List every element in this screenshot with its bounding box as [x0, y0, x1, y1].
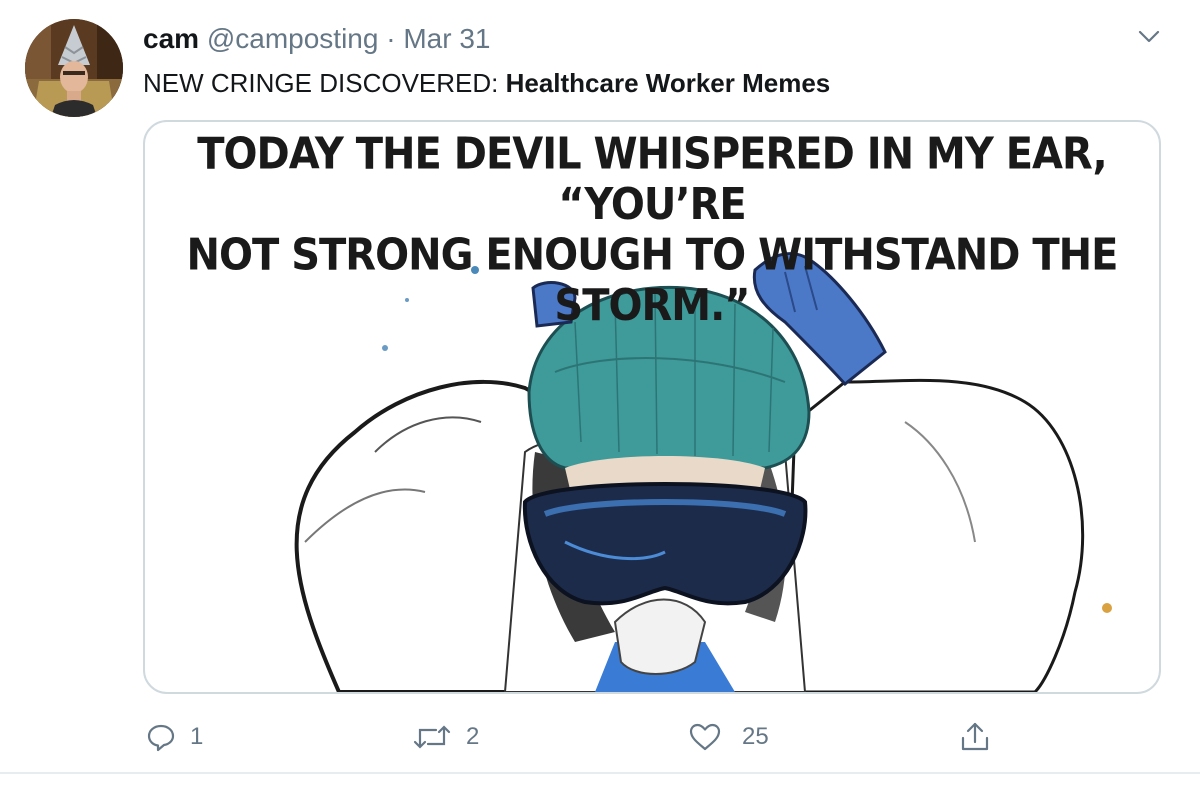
tweet-text: NEW CRINGE DISCOVERED: Healthcare Worker… — [143, 66, 830, 100]
meme-caption-line-2: NOT STRONG ENOUGH TO WITHSTAND THE STORM… — [186, 230, 1119, 332]
header-separator: · — [386, 23, 396, 54]
tweet-date[interactable]: Mar 31 — [403, 23, 490, 54]
retweet-button[interactable]: 2 — [412, 712, 479, 762]
like-button[interactable]: 25 — [688, 712, 769, 762]
tinfoil-hat-avatar-icon — [25, 19, 123, 117]
retweet-count: 2 — [466, 723, 480, 750]
share-button[interactable] — [958, 712, 992, 762]
tweet[interactable]: cam @camposting · Mar 31 NEW CRINGE DISC… — [0, 0, 1200, 788]
reply-count: 1 — [190, 723, 204, 750]
heart-icon — [689, 723, 721, 751]
retweet-icon — [413, 725, 451, 749]
share-icon — [961, 722, 989, 751]
tweet-media[interactable]: TODAY THE DEVIL WHISPERED IN MY EAR, “YO… — [143, 120, 1161, 694]
reply-icon — [147, 724, 175, 752]
author-handle[interactable]: @camposting — [207, 23, 379, 54]
avatar[interactable] — [25, 19, 123, 117]
like-count: 25 — [742, 723, 769, 750]
tweet-text-bold: Healthcare Worker Memes — [505, 68, 831, 98]
tweet-text-prefix: NEW CRINGE DISCOVERED: — [143, 68, 506, 98]
reply-button[interactable]: 1 — [146, 712, 203, 762]
author-name[interactable]: cam — [143, 23, 199, 54]
meme-caption-line-1: TODAY THE DEVIL WHISPERED IN MY EAR, “YO… — [197, 128, 1108, 230]
meme-caption: TODAY THE DEVIL WHISPERED IN MY EAR, “YO… — [145, 129, 1159, 331]
tweet-header: cam @camposting · Mar 31 — [143, 22, 490, 56]
tweet-actions: 1 2 25 — [0, 712, 1200, 762]
divider — [0, 772, 1200, 774]
chevron-down-icon[interactable] — [1134, 22, 1164, 52]
